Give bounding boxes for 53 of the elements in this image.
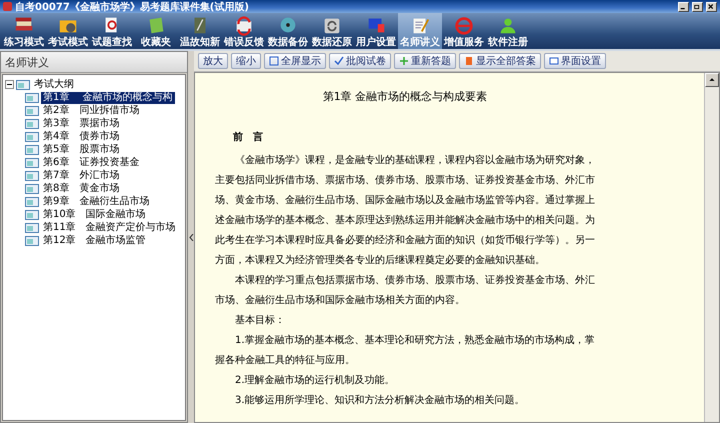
tree-item[interactable]: 第2章 同业拆借市场 xyxy=(41,104,142,116)
toolbar-button[interactable]: 错误反馈 xyxy=(222,13,266,49)
tree-item[interactable]: 第6章 证券投资基金 xyxy=(41,156,142,168)
panel-title: 名师讲义 xyxy=(5,54,49,70)
toolbar-button[interactable]: 试题查找 xyxy=(90,13,134,49)
toolbar-button[interactable]: 练习模式 xyxy=(2,13,46,49)
tree-item[interactable]: 第1章 金融市场的概念与构 xyxy=(41,92,175,104)
paragraph: 1.掌握金融市场的基本概念、基本理论和研究方法，熟悉金融市场的市场构成，掌握各种金融工具的特征与应用。 xyxy=(215,334,595,368)
app-icon xyxy=(3,2,12,11)
plus-icon xyxy=(399,56,409,66)
toolbar-button[interactable]: 考试模式 xyxy=(46,13,90,49)
tree-item[interactable]: 第5章 股票市场 xyxy=(41,144,122,156)
window-icon xyxy=(549,56,559,66)
tree-item[interactable]: 第9章 金融衍生品市场 xyxy=(41,196,152,208)
toolbar-button[interactable]: 收藏夹 xyxy=(134,13,178,49)
checkmark-icon xyxy=(334,56,344,66)
tree-item[interactable]: 第4章 债券市场 xyxy=(41,130,122,142)
toolbar-button[interactable]: 软件注册 xyxy=(486,13,530,49)
tree-item[interactable]: 第8章 黄金市场 xyxy=(41,182,122,194)
toolbar-button[interactable]: 全屏显示 xyxy=(264,53,326,69)
toolbar-button[interactable]: 界面设置 xyxy=(544,53,606,69)
toolbar-button[interactable]: 数据备份 xyxy=(266,13,310,49)
tree-item[interactable]: 第12章 金融市场监管 xyxy=(41,234,148,246)
scrollbar[interactable] xyxy=(704,73,719,422)
square-icon xyxy=(269,56,279,66)
document-title: 第1章 金融市场的概念与构成要素 xyxy=(322,89,488,104)
toolbar-button[interactable]: 用户设置 xyxy=(354,13,398,49)
tree-item[interactable]: 第11章 金融资产定价与市场 xyxy=(41,222,178,234)
paragraph: 2.理解金融市场的运行机制及功能。 xyxy=(234,374,396,388)
paragraph: 《金融市场学》课程，是金融专业的基础课程，课程内容以金融市场为研究对象，主要包括同业拆借市场、票据市场、债券市场、股票市场、证券投资基金市场、外汇市场、黄金市场、金融衍生品市场、国际金融市场以及金融市场监管等内容。通过掌握上述金融市场学的基本概念、基本原理达到熟练运用并能解决金融市场中的相关问题。为此考生在学习本课程时应具备必要的经济和金融方面的知识（如货币银行学等）。另一方面，本课程又为经济管理类各专业的后继课程奠定必要的金融知识基础。 xyxy=(215,154,595,268)
toolbar-button[interactable]: 缩小 xyxy=(231,53,261,69)
page-icon xyxy=(464,56,474,66)
toolbar-button[interactable]: 显示全部答案 xyxy=(459,53,541,69)
paragraph: 本课程的学习重点包括票据市场、债券市场、股票市场、证券投资基金市场、外汇市场、金融衍生品市场和国际金融市场相关方面的内容。 xyxy=(215,274,595,308)
toolbar-button[interactable]: 数据还原 xyxy=(310,13,354,49)
section-heading: 前 言 xyxy=(232,130,264,144)
toolbar-button[interactable]: 重新答题 xyxy=(394,53,456,69)
paragraph: 3.能够运用所学理论、知识和方法分析解决金融市场的相关问题。 xyxy=(234,394,526,408)
restore-icon[interactable] xyxy=(692,2,703,12)
scroll-up-icon[interactable] xyxy=(705,73,719,87)
toolbar-button[interactable]: 温故知新 xyxy=(178,13,222,49)
minimize-icon[interactable] xyxy=(678,2,689,12)
toolbar-button[interactable]: 放大 xyxy=(198,53,228,69)
collapse-icon[interactable] xyxy=(5,80,14,89)
tree-item[interactable]: 考试大纲 xyxy=(32,78,76,90)
tree-item[interactable]: 第10章 国际金融市场 xyxy=(41,208,148,220)
paragraph: 基本目标： xyxy=(234,314,286,328)
tree-item[interactable]: 第7章 外汇市场 xyxy=(41,170,122,182)
toolbar-button[interactable]: 增值服务 xyxy=(442,13,486,49)
close-icon[interactable] xyxy=(706,2,717,12)
toolbar-button[interactable]: 批阅试卷 xyxy=(329,53,391,69)
tree-item[interactable]: 第3章 票据市场 xyxy=(41,118,122,130)
window-title: 自考00077《金融市场学》易考题库课件集(试用版) xyxy=(15,0,250,14)
